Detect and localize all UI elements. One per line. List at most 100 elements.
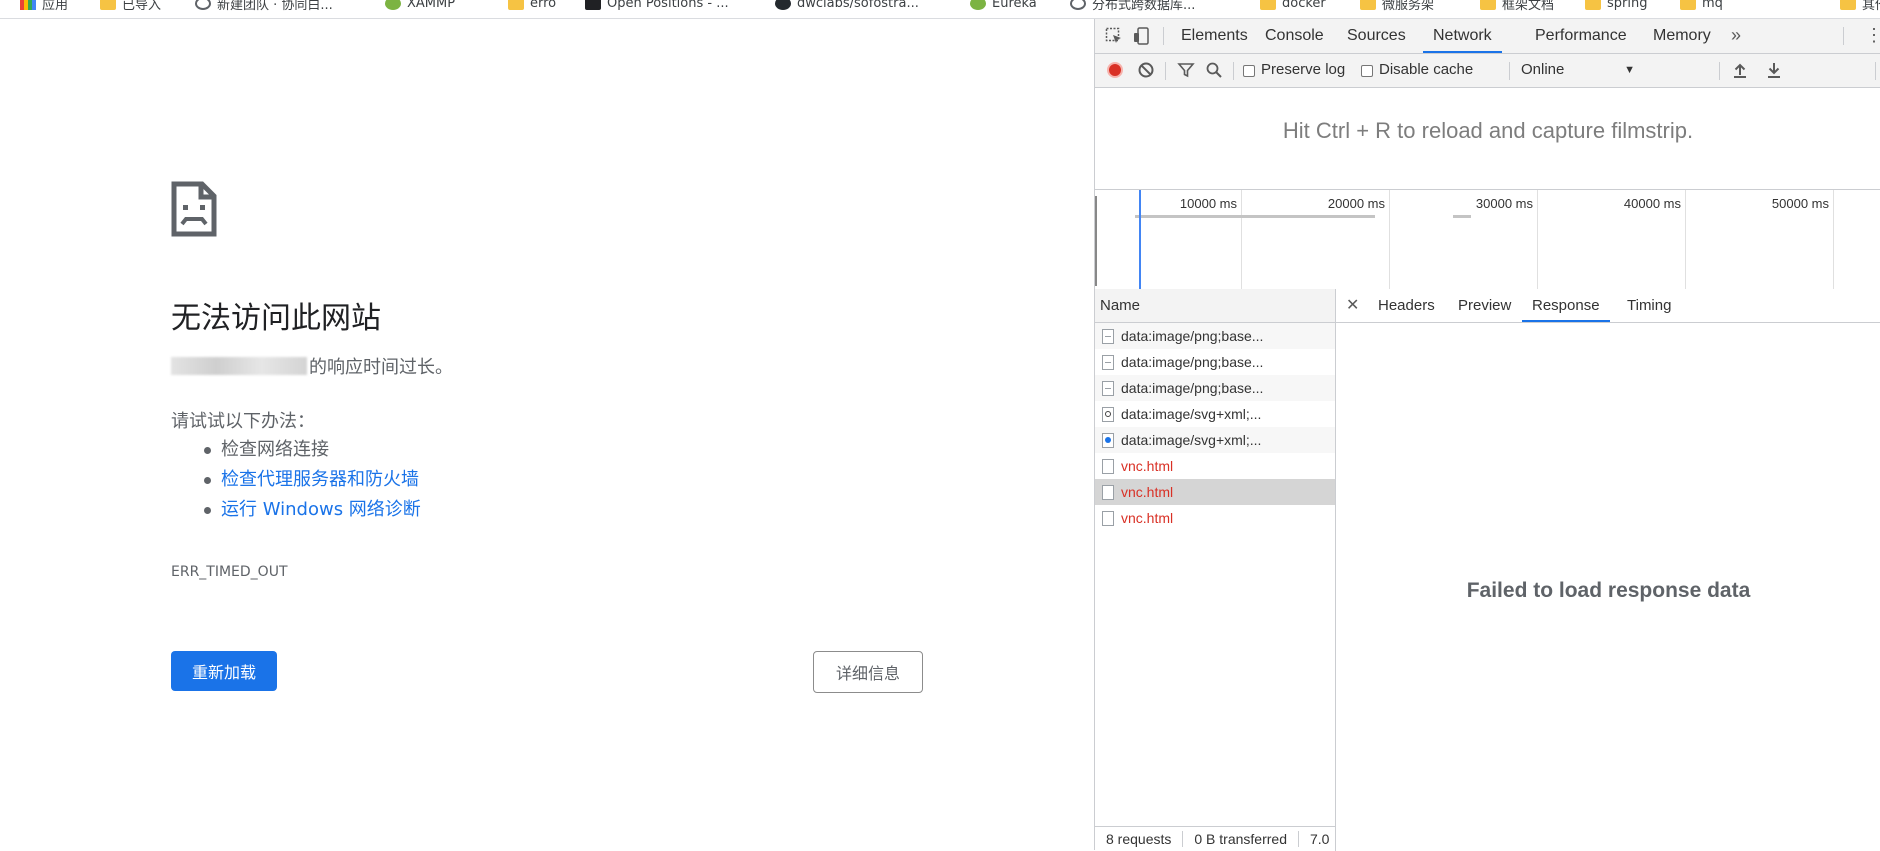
preserve-log-checkbox[interactable] <box>1243 65 1255 77</box>
request-row[interactable]: data:image/png;base... <box>1095 323 1335 349</box>
folder-icon <box>1585 0 1601 10</box>
request-row[interactable]: data:image/png;base... <box>1095 375 1335 401</box>
more-tabs-icon[interactable]: » <box>1731 25 1741 46</box>
tab-sources[interactable]: Sources <box>1347 19 1406 53</box>
bookmark-item[interactable]: 分布式跨数据库... <box>1070 0 1195 13</box>
chevron-down-icon: ▼ <box>1624 64 1635 76</box>
network-overview-timeline[interactable]: 10000 ms 20000 ms 30000 ms 40000 ms 5000… <box>1095 189 1880 291</box>
bookmark-folder[interactable]: 其他 <box>1840 0 1880 13</box>
suggestion-check-proxy-link[interactable]: 检查代理服务器和防火墙 <box>171 465 421 495</box>
name-column-header[interactable]: Name <box>1095 289 1335 323</box>
network-status-bar: 8 requests 0 B transferred 7.0 <box>1095 826 1336 851</box>
error-code: ERR_TIMED_OUT <box>171 564 288 580</box>
site-icon <box>585 0 601 10</box>
bookmark-folder[interactable]: 微服务架 <box>1360 0 1434 13</box>
bookmark-item[interactable]: 新建团队 · 协同白... <box>195 0 333 13</box>
separator <box>1509 62 1510 80</box>
tab-network[interactable]: Network <box>1423 19 1502 53</box>
tab-headers[interactable]: Headers <box>1378 289 1435 322</box>
separator <box>1843 27 1844 45</box>
separator <box>1875 62 1876 80</box>
folder-icon <box>100 0 116 10</box>
bookmark-folder[interactable]: docker <box>1260 0 1326 12</box>
customize-menu-icon[interactable]: ⋮ <box>1865 25 1880 46</box>
svg-file-icon <box>1102 432 1114 448</box>
throttling-value: Online <box>1521 61 1565 78</box>
sad-document-icon <box>171 181 217 237</box>
error-description-text: 的响应时间过长。 <box>309 357 453 378</box>
tab-preview[interactable]: Preview <box>1458 289 1511 322</box>
bookmark-item[interactable]: XAMMP <box>385 0 455 12</box>
request-row[interactable]: vnc.html <box>1095 505 1335 531</box>
request-row[interactable]: data:image/svg+xml;... <box>1095 427 1335 453</box>
document-icon <box>1102 484 1114 500</box>
separator <box>1719 62 1720 80</box>
device-toolbar-icon[interactable] <box>1133 27 1151 45</box>
close-icon[interactable]: ✕ <box>1346 295 1359 315</box>
separator <box>1233 62 1234 80</box>
bookmark-item[interactable]: dwclabs/sofostra... <box>775 0 919 12</box>
bookmark-folder[interactable]: 框架文档 <box>1480 0 1554 13</box>
timeline-label: 30000 ms <box>1475 196 1533 211</box>
details-button[interactable]: 详细信息 <box>813 651 923 693</box>
response-message: Failed to load response data <box>1466 579 1751 602</box>
tab-elements[interactable]: Elements <box>1181 19 1248 53</box>
request-row[interactable]: data:image/png;base... <box>1095 349 1335 375</box>
error-description: 的响应时间过长。 <box>171 353 453 379</box>
image-file-icon <box>1102 328 1114 344</box>
bookmark-item[interactable]: Open Positions - ... <box>585 0 729 12</box>
site-icon <box>195 0 211 10</box>
site-icon <box>970 0 986 10</box>
bookmark-folder[interactable]: spring <box>1585 0 1647 12</box>
suggestion-windows-diagnostics-link[interactable]: 运行 Windows 网络诊断 <box>171 495 421 525</box>
try-label: 请试试以下办法： <box>171 411 315 432</box>
timeline-request-bar <box>1135 215 1375 218</box>
timeline-label: 40000 ms <box>1623 196 1681 211</box>
inspect-element-icon[interactable] <box>1105 27 1123 45</box>
redacted-hostname <box>171 357 307 375</box>
folder-icon <box>1840 0 1856 10</box>
tab-console[interactable]: Console <box>1265 19 1324 53</box>
document-icon <box>1102 458 1114 474</box>
bookmark-folder[interactable]: mq <box>1680 0 1723 12</box>
bookmark-folder[interactable]: erro <box>508 0 556 12</box>
transferred-size: 0 B transferred <box>1183 831 1299 847</box>
folder-icon <box>508 0 524 10</box>
timeline-gridline <box>1833 190 1834 290</box>
bookmark-folder[interactable]: 已导入 <box>100 0 161 13</box>
reload-button[interactable]: 重新加载 <box>171 651 277 691</box>
folder-icon <box>1480 0 1496 10</box>
filter-icon[interactable] <box>1177 61 1195 79</box>
request-count: 8 requests <box>1095 831 1184 847</box>
disable-cache-label: Disable cache <box>1379 61 1474 78</box>
timeline-gridline <box>1685 190 1686 290</box>
search-icon[interactable] <box>1205 61 1223 79</box>
record-button[interactable] <box>1107 62 1123 78</box>
clear-icon[interactable] <box>1137 61 1155 79</box>
tab-performance[interactable]: Performance <box>1535 19 1627 53</box>
network-toolbar: Preserve log Disable cache Online ▼ <box>1095 54 1880 88</box>
bookmark-item[interactable]: Eureka <box>970 0 1037 12</box>
request-row[interactable]: vnc.html <box>1095 453 1335 479</box>
bookmarks-bar: 应用 已导入 新建团队 · 协同白... XAMMP erro Open Pos… <box>0 0 1880 19</box>
svg-file-icon <box>1102 406 1114 422</box>
tab-response[interactable]: Response <box>1522 289 1610 322</box>
folder-icon <box>1360 0 1376 10</box>
separator <box>1165 62 1166 80</box>
folder-icon <box>1680 0 1696 10</box>
preserve-log-label: Preserve log <box>1261 61 1346 78</box>
suggestion-check-network: 检查网络连接 <box>171 435 421 465</box>
timeline-label: 10000 ms <box>1179 196 1237 211</box>
disable-cache-checkbox[interactable] <box>1361 65 1373 77</box>
export-har-icon[interactable] <box>1765 61 1783 79</box>
bookmark-apps[interactable]: 应用 <box>20 0 68 13</box>
tab-timing[interactable]: Timing <box>1627 289 1671 322</box>
request-row[interactable]: data:image/svg+xml;... <box>1095 401 1335 427</box>
tab-memory[interactable]: Memory <box>1653 19 1711 53</box>
request-row-selected[interactable]: vnc.html <box>1095 479 1335 505</box>
throttling-select[interactable]: Online ▼ <box>1521 58 1641 82</box>
separator <box>1163 27 1164 45</box>
overview-handle[interactable] <box>1095 196 1097 286</box>
timeline-label: 20000 ms <box>1327 196 1385 211</box>
import-har-icon[interactable] <box>1731 61 1749 79</box>
